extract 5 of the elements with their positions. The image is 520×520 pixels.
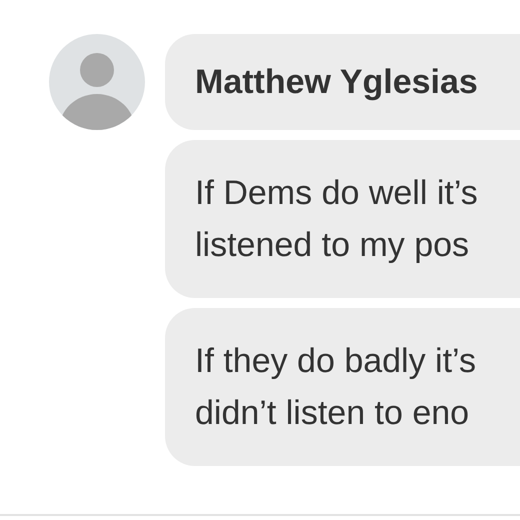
message-line: didn’t listen to eno — [195, 393, 470, 434]
message-line: listened to my pos — [195, 225, 470, 266]
message-line: If Dems do well it’s — [195, 173, 479, 214]
author-name: Matthew Yglesias — [195, 62, 479, 102]
message-line: If they do badly it’s — [195, 341, 477, 382]
